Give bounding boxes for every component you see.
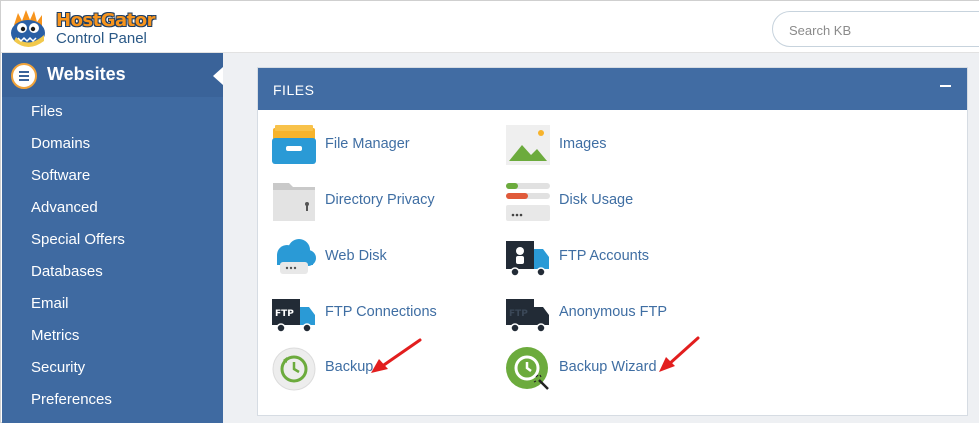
sidebar-item-special-offers[interactable]: Special Offers — [31, 231, 125, 248]
ftp-connections-link[interactable]: FTP FTP Connections — [271, 291, 491, 337]
disk-usage-label: Disk Usage — [559, 192, 634, 208]
websites-list-icon — [11, 63, 37, 89]
svg-text:FTP: FTP — [509, 309, 528, 319]
backup-icon — [272, 347, 316, 391]
red-arrow-backup-wizard-icon — [659, 336, 700, 372]
web-disk-label: Web Disk — [325, 248, 387, 264]
ftp-accounts-label: FTP Accounts — [559, 248, 649, 264]
sidebar-item-security[interactable]: Security — [31, 359, 85, 376]
svg-text:FTP: FTP — [275, 309, 294, 319]
sidebar-section-websites[interactable]: Websites — [2, 53, 223, 97]
files-panel-header[interactable]: FILES — [258, 68, 967, 110]
backup-wizard-icon — [506, 347, 549, 390]
sidebar-item-databases[interactable]: Databases — [31, 263, 103, 280]
web-disk-link[interactable]: Web Disk — [271, 235, 491, 281]
sidebar-item-software[interactable]: Software — [31, 167, 90, 184]
file-manager-icon — [272, 125, 316, 164]
images-label: Images — [559, 136, 607, 152]
brand-subtitle: Control Panel — [56, 30, 147, 47]
images-icon — [506, 125, 550, 165]
red-arrow-backup-icon — [371, 338, 422, 373]
brand-name: HostGator — [56, 10, 156, 31]
top-header: HostGator Control Panel — [1, 1, 979, 53]
ftp-connections-icon: FTP — [272, 299, 315, 333]
web-disk-icon — [277, 239, 316, 274]
sidebar-item-email[interactable]: Email — [31, 295, 69, 312]
active-indicator — [213, 67, 223, 85]
sidebar-item-files[interactable]: Files — [31, 103, 63, 120]
directory-privacy-icon — [273, 183, 315, 221]
files-panel-title: FILES — [273, 82, 315, 98]
sidebar-section-label: Websites — [47, 64, 126, 84]
disk-usage-icon — [506, 183, 550, 221]
ftp-accounts-icon — [506, 241, 549, 277]
directory-privacy-label: Directory Privacy — [325, 192, 435, 208]
anonymous-ftp-label: Anonymous FTP — [559, 304, 667, 320]
sidebar-item-domains[interactable]: Domains — [31, 135, 90, 152]
collapse-icon[interactable] — [940, 80, 952, 94]
hostgator-logo[interactable] — [4, 5, 54, 52]
file-manager-label: File Manager — [325, 136, 410, 152]
images-link[interactable]: Images — [505, 123, 725, 169]
disk-usage-link[interactable]: Disk Usage — [505, 179, 725, 225]
sidebar: Websites Files Domains Software Advanced… — [2, 53, 223, 423]
file-manager-link[interactable]: File Manager — [271, 123, 491, 169]
directory-privacy-link[interactable]: Directory Privacy — [271, 179, 491, 225]
sidebar-item-advanced[interactable]: Advanced — [31, 199, 98, 216]
search-box — [772, 11, 979, 47]
search-kb-input[interactable] — [789, 20, 969, 40]
ftp-accounts-link[interactable]: FTP Accounts — [505, 235, 725, 281]
files-panel: FILES File Manager Directory Privacy Web… — [257, 67, 968, 416]
cpanel-window: HostGator Control Panel Websites Files D… — [0, 0, 979, 423]
ftp-connections-label: FTP Connections — [325, 304, 437, 320]
sidebar-item-metrics[interactable]: Metrics — [31, 327, 79, 344]
sidebar-item-preferences[interactable]: Preferences — [31, 391, 112, 408]
anonymous-ftp-icon: FTP — [506, 299, 549, 333]
backup-wizard-label: Backup Wizard — [559, 359, 657, 375]
gator-mascot-icon — [11, 10, 45, 47]
anonymous-ftp-link[interactable]: FTP Anonymous FTP — [505, 291, 725, 337]
